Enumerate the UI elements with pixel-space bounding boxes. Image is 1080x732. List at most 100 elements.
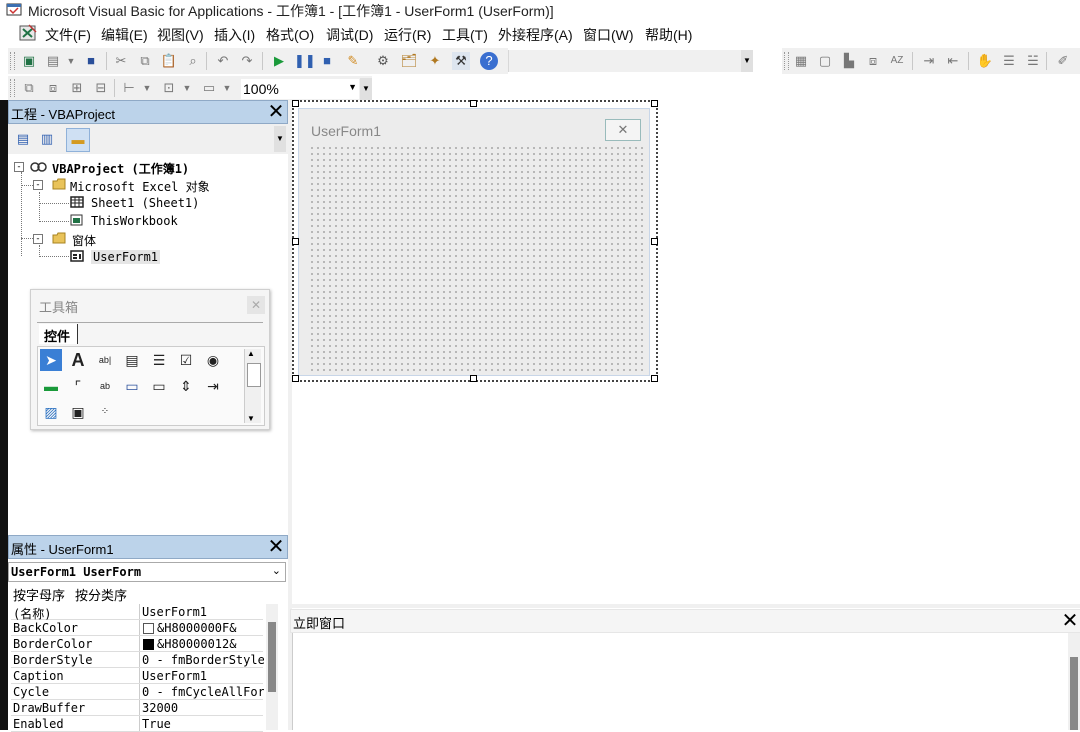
prop-row[interactable]: (名称) UserForm1 — [11, 604, 263, 621]
group-icon[interactable]: ⊞ — [68, 79, 86, 97]
toolbox-scrollbar[interactable]: ▲ ▼ — [244, 349, 261, 423]
resize-handle-r[interactable] — [651, 238, 658, 245]
resize-handle-b[interactable] — [470, 375, 477, 382]
togglebutton-tool-icon[interactable]: ▬ — [40, 375, 62, 397]
optionbutton-tool-icon[interactable]: ◉ — [202, 349, 224, 371]
view-code-icon[interactable]: ▤ — [14, 130, 32, 148]
expand-forms-icon[interactable]: - — [33, 234, 43, 244]
view-object-icon[interactable]: ▥ — [38, 130, 56, 148]
prop-row[interactable]: Caption UserForm1 — [11, 668, 263, 684]
outdent-icon[interactable]: ⇤ — [944, 52, 962, 70]
object-combo[interactable]: UserForm1 UserForm ⌄ — [8, 562, 286, 582]
find-icon[interactable]: ⌕ — [184, 52, 202, 70]
prop-row[interactable]: BorderStyle 0 - fmBorderStyleNone — [11, 652, 264, 668]
expand-objects-icon[interactable]: - — [33, 180, 43, 190]
properties-window-icon[interactable]: 🗂 — [400, 52, 418, 70]
menu-help[interactable]: 帮助(H) — [645, 25, 692, 45]
textbox-tool-icon[interactable]: ab| — [94, 349, 116, 371]
list-properties-icon[interactable]: ▦ — [792, 52, 810, 70]
userform-window[interactable]: UserForm1 ✕ — [298, 108, 650, 376]
save-icon[interactable]: ■ — [82, 52, 100, 70]
align-icon[interactable]: ⊢ — [120, 79, 138, 97]
menu-run[interactable]: 运行(R) — [384, 25, 431, 45]
menu-insert[interactable]: 插入(I) — [214, 25, 255, 45]
userform-close-icon[interactable]: ✕ — [605, 119, 641, 141]
tab-alphabetic[interactable]: 按字母序 — [13, 585, 65, 604]
immediate-close-icon[interactable]: ✕ — [1059, 610, 1080, 632]
center-dropdown-icon[interactable]: ▼ — [178, 79, 196, 97]
commandbutton-tool-icon[interactable]: ab — [94, 375, 116, 397]
menu-edit[interactable]: 编辑(E) — [101, 25, 148, 45]
immediate-scrollbar[interactable] — [1068, 633, 1080, 730]
toolbar-overflow-icon[interactable]: ▼ — [741, 50, 753, 72]
run-icon[interactable]: ▶ — [270, 52, 288, 70]
parameter-info-icon[interactable]: ⧈ — [864, 52, 882, 70]
prop-row[interactable]: Cycle 0 - fmCycleAllForms — [11, 684, 264, 700]
resize-handle-bl[interactable] — [292, 375, 299, 382]
resize-handle-br[interactable] — [651, 375, 658, 382]
copy-icon[interactable]: ⧉ — [136, 52, 154, 70]
project-explorer-icon[interactable]: ⚙ — [374, 52, 392, 70]
ungroup-icon[interactable]: ⊟ — [92, 79, 110, 97]
menu-format[interactable]: 格式(O) — [266, 25, 314, 45]
make-same-size-icon[interactable]: ▭ — [200, 79, 218, 97]
toggle-breakpoint-icon[interactable]: ✋ — [976, 52, 994, 70]
menu-addins[interactable]: 外接程序(A) — [498, 25, 573, 45]
align-dropdown-icon[interactable]: ▼ — [138, 79, 156, 97]
refedit-tool-icon[interactable]: ▣ — [67, 401, 89, 423]
paste-icon[interactable]: 📋 — [160, 52, 178, 70]
list-constants-icon[interactable]: ▢ — [816, 52, 834, 70]
tree-root-label[interactable]: VBAProject (工作簿1) — [52, 160, 189, 177]
more-controls-icon[interactable]: ⁘ — [94, 401, 116, 423]
complete-word-icon[interactable]: AZ — [888, 52, 906, 70]
tree-forms-folder[interactable]: 窗体 — [72, 232, 96, 249]
multipage-tool-icon[interactable]: ▭ — [148, 375, 170, 397]
reset-icon[interactable]: ■ — [318, 52, 336, 70]
toolbox-tab-controls[interactable]: 控件 — [39, 324, 78, 344]
menu-debug[interactable]: 调试(D) — [326, 25, 373, 45]
toggle-folders-icon[interactable]: ▬ — [66, 128, 90, 152]
object-browser-icon[interactable]: ✦ — [426, 52, 444, 70]
bookmark-icon[interactable]: ✐ — [1054, 52, 1072, 70]
tree-thisworkbook[interactable]: ThisWorkbook — [91, 214, 178, 228]
tree-objects-folder[interactable]: Microsoft Excel 对象 — [70, 178, 210, 195]
redo-icon[interactable]: ↷ — [238, 52, 256, 70]
zoom-combo[interactable]: 100% ▼ — [240, 78, 360, 100]
scrollbar-tool-icon[interactable]: ⇕ — [175, 375, 197, 397]
size-dropdown-icon[interactable]: ▼ — [218, 79, 236, 97]
menu-window[interactable]: 窗口(W) — [583, 25, 634, 45]
properties-scroll-thumb[interactable] — [268, 622, 276, 692]
immediate-scroll-thumb[interactable] — [1070, 657, 1078, 730]
combobox-tool-icon[interactable]: ▤ — [121, 349, 143, 371]
center-icon[interactable]: ⊡ — [160, 79, 178, 97]
menu-view[interactable]: 视图(V) — [157, 25, 204, 45]
insert-userform-icon[interactable]: ▤ — [44, 52, 62, 70]
toolbar2-overflow-icon[interactable]: ▼ — [360, 78, 372, 100]
undo-icon[interactable]: ↶ — [214, 52, 232, 70]
object-combo-chevron-icon[interactable]: ⌄ — [272, 564, 281, 577]
toolbox-close-icon[interactable]: ✕ — [247, 296, 265, 314]
bring-to-front-icon[interactable]: ⧉ — [20, 79, 38, 97]
resize-handle-t[interactable] — [470, 100, 477, 107]
zoom-dropdown-icon[interactable]: ▼ — [348, 82, 357, 92]
tree-sheet1[interactable]: Sheet1 (Sheet1) — [91, 196, 199, 210]
indent-icon[interactable]: ⇥ — [920, 52, 938, 70]
comment-block-icon[interactable]: ☰ — [1000, 52, 1018, 70]
send-to-back-icon[interactable]: ⧈ — [44, 79, 62, 97]
resize-handle-tl[interactable] — [292, 100, 299, 107]
tree-userform1[interactable]: UserForm1 — [91, 250, 161, 264]
prop-row[interactable]: BorderColor &H80000012& — [11, 636, 263, 652]
image-tool-icon[interactable]: ▨ — [40, 401, 62, 423]
resize-handle-tr[interactable] — [651, 100, 658, 107]
select-objects-icon[interactable]: ➤ — [40, 349, 62, 371]
cut-icon[interactable]: ✂ — [112, 52, 130, 70]
uncomment-block-icon[interactable]: ☱ — [1024, 52, 1042, 70]
view-excel-icon[interactable]: ▣ — [20, 52, 38, 70]
project-close-icon[interactable]: ✕ — [265, 101, 287, 123]
excel-app-icon[interactable] — [18, 24, 38, 42]
immediate-window[interactable] — [292, 633, 1069, 730]
label-tool-icon[interactable]: A — [67, 349, 89, 371]
resize-handle-l[interactable] — [292, 238, 299, 245]
tabstrip-tool-icon[interactable]: ▭ — [121, 375, 143, 397]
design-mode-icon[interactable]: ✎ — [344, 52, 362, 70]
